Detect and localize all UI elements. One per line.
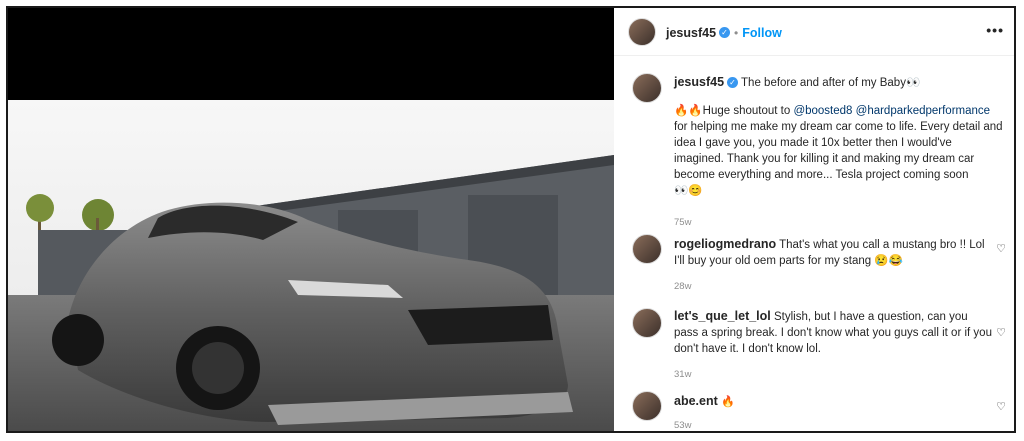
heart-icon[interactable]: ♡ bbox=[996, 242, 1006, 255]
mention-hardparked[interactable]: @hardparkedperformance bbox=[856, 105, 990, 117]
post-viewer: jesusf45 ✓ • Follow ••• jesusf45 ✓ The befor… bbox=[6, 6, 1016, 433]
caption-avatar[interactable] bbox=[632, 73, 662, 103]
comment-text: 🔥 bbox=[720, 396, 735, 408]
follow-button[interactable]: Follow bbox=[742, 26, 782, 40]
verified-badge-icon: ✓ bbox=[727, 77, 739, 89]
comment-item: let's_que_let_lol Stylish, but I have a … bbox=[674, 308, 994, 383]
comment-time[interactable]: 53w bbox=[674, 418, 994, 431]
verified-badge-icon: ✓ bbox=[719, 27, 731, 39]
post-panel: jesusf45 ✓ • Follow ••• jesusf45 ✓ The befor… bbox=[614, 8, 1014, 431]
comment-username[interactable]: let's_que_let_lol bbox=[674, 309, 771, 323]
caption-emojis: 👀😊 bbox=[674, 185, 703, 197]
caption-prefix: 🔥🔥Huge shoutout to bbox=[674, 105, 794, 117]
caption-username[interactable]: jesusf45 bbox=[674, 75, 724, 89]
post-caption: jesusf45 ✓ The before and after of my Bab… bbox=[674, 74, 1004, 231]
heart-icon[interactable]: ♡ bbox=[996, 326, 1006, 339]
comment-item: rogeliogmedrano That's what you call a m… bbox=[674, 236, 994, 295]
caption-time[interactable]: 75w bbox=[674, 215, 1004, 231]
comment-username[interactable]: abe.ent bbox=[674, 394, 718, 408]
more-options-icon[interactable]: ••• bbox=[986, 22, 1004, 38]
comment-item: abe.ent 🔥 53w bbox=[674, 393, 994, 431]
caption-text: for helping me make my dream car come to… bbox=[674, 121, 1003, 181]
caption-body: 🔥🔥Huge shoutout to @boosted8 @hardparked… bbox=[674, 103, 1004, 183]
comment-avatar[interactable] bbox=[632, 391, 662, 421]
comment-time[interactable]: 31w bbox=[674, 367, 994, 383]
comment-username[interactable]: rogeliogmedrano bbox=[674, 237, 776, 251]
separator-dot: • bbox=[734, 26, 739, 40]
comment-time[interactable]: 28w bbox=[674, 279, 994, 295]
header-username[interactable]: jesusf45 bbox=[666, 26, 716, 40]
mention-boosted8[interactable]: @boosted8 bbox=[793, 105, 852, 117]
post-header: jesusf45 ✓ • Follow ••• bbox=[614, 8, 1014, 56]
comment-avatar[interactable] bbox=[632, 234, 662, 264]
caption-title: The before and after of my Baby👀 bbox=[741, 77, 921, 89]
heart-icon[interactable]: ♡ bbox=[996, 400, 1006, 413]
comment-avatar[interactable] bbox=[632, 308, 662, 338]
author-avatar[interactable] bbox=[628, 18, 656, 46]
caption-title-line: jesusf45 ✓ The before and after of my Bab… bbox=[674, 74, 1004, 91]
post-media bbox=[8, 8, 614, 431]
car-photo bbox=[8, 100, 614, 431]
header-user-line: jesusf45 ✓ • Follow bbox=[666, 24, 782, 42]
